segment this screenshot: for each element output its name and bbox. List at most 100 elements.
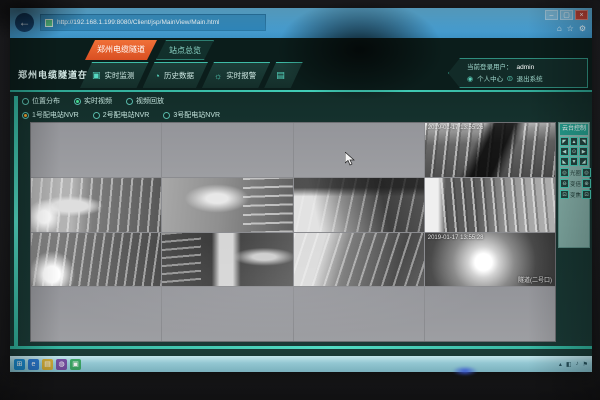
tray-up-arrow-icon[interactable]: ▴ xyxy=(559,361,562,368)
camera-feed-6[interactable] xyxy=(162,178,292,232)
tray-flag-icon[interactable]: ⚑ xyxy=(583,361,588,368)
toolbar-item-1[interactable]: ▣ 实时监测 xyxy=(80,62,149,88)
nvr-radio-group: 1号配电站NVR 2号配电站NVR 3号配电站NVR xyxy=(22,110,220,120)
toolbar-item-3[interactable]: ☼ 实时报警 xyxy=(202,62,270,88)
app-shortcut-icon[interactable]: ▣ xyxy=(70,359,81,370)
tab-cable-tunnel[interactable]: 郑州电缆隧道 xyxy=(85,40,157,60)
history-data-icon: ◔ xyxy=(155,71,160,81)
camera-feed-7[interactable] xyxy=(294,178,424,232)
login-user-label: 当前登录用户： xyxy=(467,62,513,74)
home-icon[interactable]: ⌂ xyxy=(557,24,562,34)
ptz-direction-button-7[interactable]: ◣ xyxy=(560,157,569,166)
camera-feed-9[interactable] xyxy=(31,233,161,287)
tray-volume-icon[interactable]: ♪ xyxy=(576,361,579,368)
ie-browser-icon[interactable]: e xyxy=(28,359,39,370)
windows-taskbar: ⊞e▤◍▣ ▴ ◧ ♪ ⚑ xyxy=(10,356,592,372)
empty-channel-16[interactable] xyxy=(425,287,555,341)
ptz-row-label: 光圈 xyxy=(570,169,581,177)
ptz-direction-button-1[interactable]: ◤ xyxy=(560,137,569,146)
realtime-monitor-icon: ▣ xyxy=(92,70,101,81)
profile-center-link[interactable]: 个人中心 xyxy=(477,74,503,86)
taskbar-app-icons: ⊞e▤◍▣ xyxy=(14,359,84,370)
folder-icon[interactable]: ▤ xyxy=(42,359,53,370)
start-icon[interactable]: ⊞ xyxy=(14,359,25,370)
radio-nvr-3[interactable]: 3号配电站NVR xyxy=(163,110,220,120)
radio-dot xyxy=(22,112,29,119)
panel-bottom-border xyxy=(10,346,592,349)
radio-nvr-label: 1号配电站NVR xyxy=(32,110,79,120)
ptz-minus-button[interactable]: ◎ xyxy=(560,168,569,177)
ptz-plus-button[interactable]: ◎ xyxy=(582,168,591,177)
radio-nvr-2[interactable]: 2号配电站NVR xyxy=(93,110,150,120)
ptz-direction-button-9[interactable]: ◢ xyxy=(579,157,588,166)
radio-dot xyxy=(22,98,29,105)
ptz-direction-button-3[interactable]: ◥ xyxy=(579,137,588,146)
ptz-direction-pad: ◤▲◥ ◀⊙▶ ◣▼◢ xyxy=(560,137,588,166)
ptz-row-2: ⊖变倍⊕ xyxy=(560,179,588,188)
minimize-button[interactable]: – xyxy=(545,10,558,20)
osd-timestamp: 2019-01-17 13:55:26 xyxy=(428,125,484,131)
site-favicon-icon xyxy=(45,19,53,27)
tab-site-overview[interactable]: 站点总览 xyxy=(156,40,214,60)
ptz-direction-button-4[interactable]: ◀ xyxy=(560,147,569,156)
logout-link[interactable]: 退出系统 xyxy=(517,74,543,86)
ptz-lens-controls: ◎光圈◎ ⊖变倍⊕ ⊡变焦⊡ xyxy=(560,168,588,199)
camera-feed-11[interactable] xyxy=(294,233,424,287)
user-avatar-icon: ◉ xyxy=(467,74,473,86)
ptz-plus-button[interactable]: ⊕ xyxy=(582,179,591,188)
media-player-icon[interactable]: ◍ xyxy=(56,359,67,370)
empty-channel-15[interactable] xyxy=(294,287,424,341)
radio-nvr-label: 3号配电站NVR xyxy=(173,110,220,120)
close-button[interactable]: × xyxy=(575,10,588,20)
ptz-row-1: ◎光圈◎ xyxy=(560,168,588,177)
camera-feed-4[interactable]: 2019-01-17 13:55:26 xyxy=(425,123,555,177)
nav-divider-line xyxy=(10,90,592,92)
empty-channel-1[interactable] xyxy=(31,123,161,177)
empty-channel-3[interactable] xyxy=(294,123,424,177)
toolbar-item-label: 实时报警 xyxy=(226,70,256,81)
empty-channel-13[interactable] xyxy=(31,287,161,341)
favorites-star-icon[interactable]: ☆ xyxy=(567,24,574,34)
radio-view-mode-1[interactable]: 位置分布 xyxy=(22,96,60,106)
radio-nvr-label: 2号配电站NVR xyxy=(103,110,150,120)
camera-feed-10[interactable] xyxy=(162,233,292,287)
screen-reflection-glow xyxy=(452,366,478,376)
radio-dot xyxy=(126,98,133,105)
browser-back-button[interactable]: ← xyxy=(15,13,34,32)
panel-left-border xyxy=(14,96,18,348)
camera-feed-12[interactable]: 2019-01-17 13:55:28隧道(二号口) xyxy=(425,233,555,287)
top-nav-bar: 郑州电缆隧道在线监测 郑州电缆隧道 站点总览 ▣实时监测◔历史数据☼实时报警▤ … xyxy=(10,38,592,92)
radio-view-mode-label: 位置分布 xyxy=(32,96,60,106)
maximize-button[interactable]: ▢ xyxy=(560,10,573,20)
ptz-minus-button[interactable]: ⊖ xyxy=(560,179,569,188)
empty-channel-2[interactable] xyxy=(162,123,292,177)
monitor-screen: ← http://192.168.1.199:8080/Client/jsp/M… xyxy=(10,8,592,372)
ptz-row-label: 变焦 xyxy=(570,191,581,199)
ptz-control-panel: 云台控制 ◤▲◥◀⊙▶◣▼◢ ◎光圈◎⊖变倍⊕⊡变焦⊡ xyxy=(558,122,590,248)
url-field[interactable]: http://192.168.1.199:8080/Client/jsp/Mai… xyxy=(40,14,266,31)
ptz-row-label: 变倍 xyxy=(570,180,581,188)
camera-feed-8[interactable] xyxy=(425,178,555,232)
view-mode-radio-group: 位置分布 实时视频 视频回放 xyxy=(22,96,164,106)
ptz-direction-button-6[interactable]: ▶ xyxy=(579,147,588,156)
radio-nvr-1[interactable]: 1号配电站NVR xyxy=(22,110,79,120)
empty-channel-14[interactable] xyxy=(162,287,292,341)
ptz-direction-button-5[interactable]: ⊙ xyxy=(570,147,579,156)
ptz-plus-button[interactable]: ⊡ xyxy=(582,190,591,199)
system-tray: ▴ ◧ ♪ ⚑ xyxy=(559,361,588,368)
toolbar-item-4[interactable]: ▤ xyxy=(264,62,303,88)
radio-dot xyxy=(93,112,100,119)
photo-of-monitor: ← http://192.168.1.199:8080/Client/jsp/M… xyxy=(0,0,600,400)
tray-network-icon[interactable]: ◧ xyxy=(566,361,572,368)
radio-view-mode-3[interactable]: 视频回放 xyxy=(126,96,164,106)
ptz-direction-button-2[interactable]: ▲ xyxy=(570,137,579,146)
settings-gear-icon[interactable]: ⚙ xyxy=(579,24,586,34)
toolbar-item-2[interactable]: ◔历史数据 xyxy=(143,62,208,88)
ptz-direction-button-8[interactable]: ▼ xyxy=(570,157,579,166)
realtime-alarm-icon: ☼ xyxy=(214,71,222,81)
ptz-minus-button[interactable]: ⊡ xyxy=(560,190,569,199)
camera-feed-5[interactable] xyxy=(31,178,161,232)
radio-view-mode-label: 视频回放 xyxy=(136,96,164,106)
radio-view-mode-2[interactable]: 实时视频 xyxy=(74,96,112,106)
toolbar-item-label: 实时监测 xyxy=(105,70,135,81)
